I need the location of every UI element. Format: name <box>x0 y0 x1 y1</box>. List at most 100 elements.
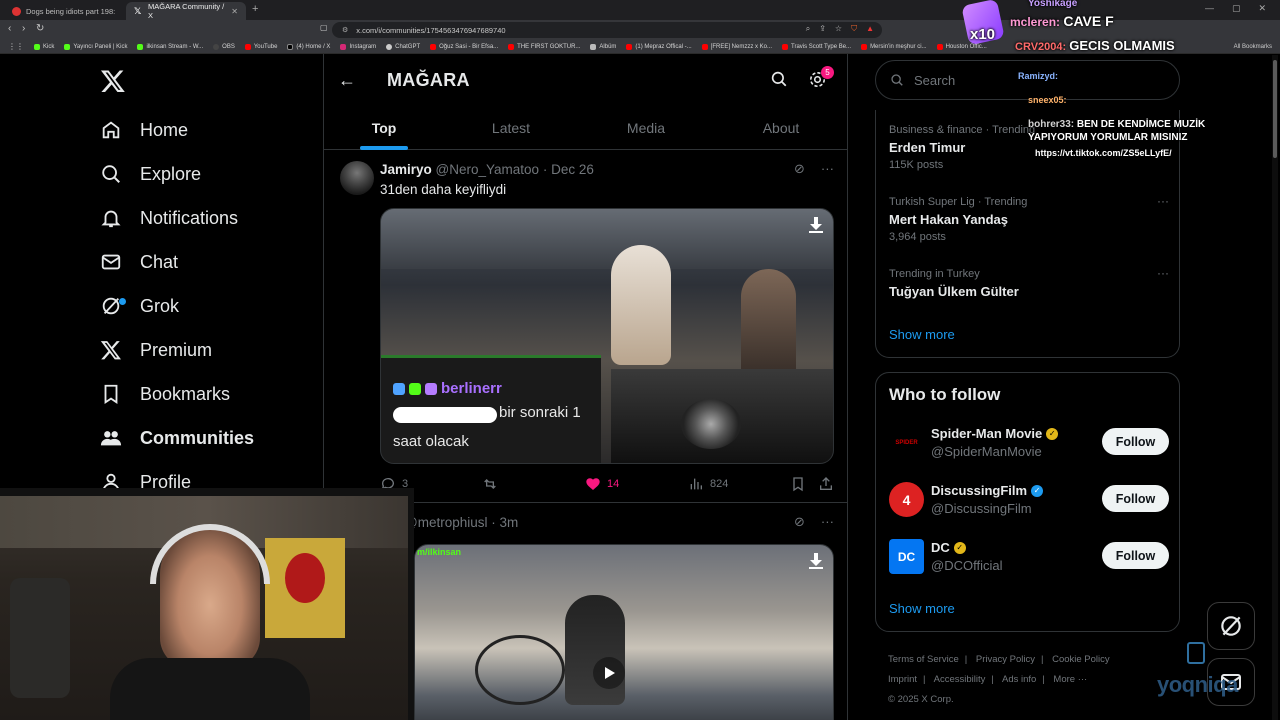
tweet-time[interactable]: 3m <box>500 515 519 530</box>
bookmark-item[interactable]: YouTube <box>244 43 277 50</box>
bookmark-item[interactable]: [FREE] Nemzzz x Ko... <box>701 43 772 50</box>
browser-tab[interactable]: Dogs being idiots part 198: Dogs loo... <box>4 2 124 20</box>
bookmark-label: THE FIRST GOKTUR... <box>517 43 581 50</box>
follow-suggestion[interactable]: SPIDER Spider-Man Movie ✓ @SpiderManMovi… <box>889 423 1169 463</box>
bookmark-item[interactable]: (1) Mepraz Offical -... <box>626 43 692 50</box>
more-options-icon[interactable]: ··· <box>821 514 834 530</box>
bookmark-item[interactable]: Oğuz Sasi - Bir Efsa... <box>430 43 498 50</box>
footer-link[interactable]: Terms of Service <box>888 654 959 665</box>
bookmark-item[interactable]: Yayıncı Paneli | Kick <box>64 43 127 50</box>
footer-link[interactable]: More ··· <box>1053 674 1087 685</box>
footer-link[interactable]: Accessibility <box>934 674 986 685</box>
nav-bookmarks[interactable]: Bookmarks <box>100 379 230 409</box>
forward-nav-icon[interactable]: › <box>22 23 25 34</box>
rewards-icon[interactable]: ▲ <box>866 24 874 34</box>
bookmark-item[interactable]: Houston Offic... <box>936 43 987 50</box>
author-handle[interactable]: @metrophiusl <box>404 515 488 530</box>
bookmark-item[interactable]: THE FIRST GOKTUR... <box>508 43 581 50</box>
apps-grid-icon[interactable]: ⋮⋮ <box>8 42 24 51</box>
x-logo-icon[interactable] <box>100 68 126 94</box>
trend-item[interactable]: Trending in Turkey Tuğyan Ülkem Gülter ·… <box>889 266 1169 299</box>
footer-link[interactable]: Ads info <box>1002 674 1036 685</box>
footer-link[interactable]: Imprint <box>888 674 917 685</box>
reload-icon[interactable]: ↻ <box>36 23 44 34</box>
bookmark-item[interactable]: Albüm <box>590 43 616 50</box>
follow-button[interactable]: Follow <box>1102 428 1169 455</box>
tweet-time[interactable]: Dec 26 <box>551 162 594 177</box>
like-button[interactable]: 14 <box>585 476 619 492</box>
bookmark-item[interactable]: (4) Home / X <box>287 43 330 50</box>
bookmark-button[interactable] <box>790 476 806 492</box>
footer-link[interactable]: Privacy Policy <box>976 654 1035 665</box>
who-to-follow-panel: Who to follow SPIDER Spider-Man Movie ✓ … <box>875 372 1180 632</box>
tweet-video[interactable]: m/ilkinsan <box>414 544 834 720</box>
brave-shield-icon[interactable]: ⛉ <box>851 24 857 34</box>
follow-suggestion[interactable]: DC DC ✓ @DCOfficial Follow <box>889 537 1169 577</box>
repost-button[interactable] <box>482 476 498 492</box>
bookmark-item[interactable]: ChatGPT <box>386 43 420 50</box>
bookmark-item[interactable]: ilkinsan Stream - W... <box>137 43 203 50</box>
tab-about[interactable]: About <box>721 106 841 150</box>
watermark-text: yoqniqa <box>1157 672 1238 697</box>
bookmark-item[interactable]: Travis Scott Type Be... <box>782 43 851 50</box>
grok-explain-icon[interactable]: ⊘ <box>794 514 805 530</box>
bookmark-item[interactable]: OBS <box>213 43 235 50</box>
bookmark-item[interactable]: Kick <box>34 43 54 50</box>
site-info-icon[interactable]: ⚙ <box>342 26 348 34</box>
more-options-icon[interactable]: ··· <box>1157 266 1169 280</box>
close-tab-icon[interactable]: ✕ <box>231 7 238 16</box>
trends-show-more-link[interactable]: Show more <box>889 327 955 342</box>
back-nav-icon[interactable]: ‹ <box>8 23 11 34</box>
author-handle[interactable]: @Nero_Yamatoo <box>436 162 540 177</box>
home-icon <box>102 121 120 139</box>
footer-link[interactable]: Cookie Policy <box>1052 654 1110 665</box>
nav-premium[interactable]: Premium <box>100 335 212 365</box>
nav-chat[interactable]: Chat <box>100 247 178 277</box>
grok-explain-icon[interactable]: ⊘ <box>794 161 805 177</box>
download-icon[interactable] <box>809 217 823 233</box>
repost-icon <box>484 479 496 489</box>
nav-notifications[interactable]: Notifications <box>100 203 238 233</box>
follow-suggestion[interactable]: 4 DiscussingFilm ✓ @DiscussingFilm Follo… <box>889 480 1169 520</box>
browser-tab-active[interactable]: 𝕏 MAĞARA Community / X ✕ <box>126 2 246 20</box>
instagram-icon <box>340 43 347 50</box>
tweet-video[interactable]: berlinerr bir sonraki 1 saat olacak <box>380 208 834 464</box>
nav-home[interactable]: Home <box>100 115 188 145</box>
bookmark-item[interactable]: Mersin'in meşhur ci... <box>861 43 927 50</box>
play-button[interactable] <box>593 657 625 689</box>
more-options-icon[interactable]: ··· <box>821 161 834 177</box>
scrollbar-thumb[interactable] <box>1273 60 1277 158</box>
tab-label: Media <box>626 120 666 136</box>
address-bar[interactable]: ⚙ x.com/i/communities/175456347694768974… <box>332 22 882 38</box>
chat-line: bohrer33: BEN DE KENDİMCE MUZİK YAPIYORU… <box>1028 118 1228 144</box>
search-icon[interactable] <box>770 70 788 88</box>
follow-button[interactable]: Follow <box>1102 542 1169 569</box>
discussingfilm-logo-icon: 4 <box>889 482 924 517</box>
tab-latest[interactable]: Latest <box>451 106 571 150</box>
grok-float-button[interactable] <box>1207 602 1255 650</box>
follow-button[interactable]: Follow <box>1102 485 1169 512</box>
nav-label: Grok <box>140 295 180 316</box>
account-name: DC ✓ <box>931 540 966 555</box>
more-options-icon[interactable]: ··· <box>1157 194 1169 208</box>
tab-top[interactable]: Top <box>324 106 444 150</box>
new-tab-icon[interactable]: + <box>252 3 258 15</box>
tab-media[interactable]: Media <box>586 106 706 150</box>
author-name[interactable]: Jamiryo <box>380 162 432 177</box>
nav-explore[interactable]: Explore <box>100 159 201 189</box>
views-button[interactable]: 824 <box>688 476 728 492</box>
nav-grok[interactable]: Grok <box>100 291 179 321</box>
bookmark-item[interactable]: Instagram <box>340 43 376 50</box>
trend-item[interactable]: Turkish Super Lig · Trending Mert Hakan … <box>889 194 1169 243</box>
page-info-icon[interactable]: ▢ <box>320 23 328 32</box>
avatar[interactable] <box>340 161 374 195</box>
share-button[interactable] <box>818 476 834 492</box>
back-arrow-icon[interactable]: ← <box>338 70 356 91</box>
nav-communities[interactable]: Communities <box>100 423 254 453</box>
follow-show-more-link[interactable]: Show more <box>889 601 955 616</box>
zoom-icon[interactable]: ⌕ <box>806 24 810 34</box>
bookmark-star-icon[interactable]: ☆ <box>835 24 842 34</box>
share-icon[interactable]: ⇪ <box>819 24 826 34</box>
download-icon[interactable] <box>809 553 823 569</box>
tweet[interactable]: Jamiryo @Nero_Yamatoo · Dec 26 ⊘ ··· 31d… <box>324 151 847 503</box>
